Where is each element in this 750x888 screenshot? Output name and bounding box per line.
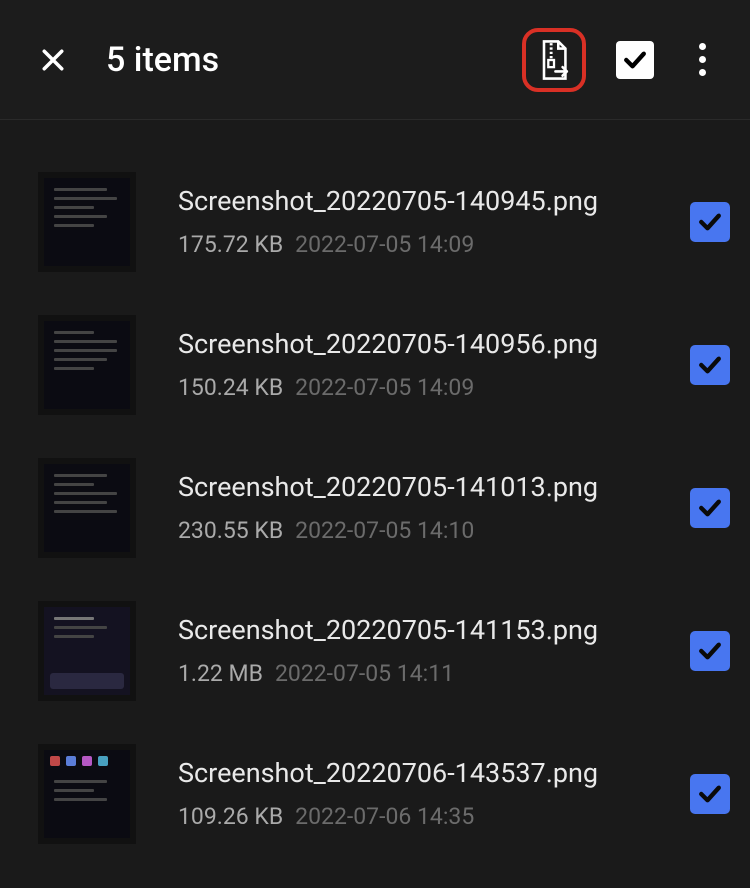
file-meta: 150.24 KB 2022-07-05 14:09 [178,374,680,401]
list-item[interactable]: Screenshot_20220705-141153.png 1.22 MB 2… [38,579,730,722]
file-info: Screenshot_20220705-140956.png 150.24 KB… [136,328,680,401]
file-list: Screenshot_20220705-140945.png 175.72 KB… [0,120,750,865]
file-name: Screenshot_20220705-141153.png [178,614,680,646]
thumbnail [38,458,136,558]
file-info: Screenshot_20220705-140945.png 175.72 KB… [136,185,680,258]
file-size: 1.22 MB [178,660,263,687]
thumbnail [38,601,136,701]
list-item[interactable]: Screenshot_20220706-143537.png 109.26 KB… [38,722,730,865]
file-info: Screenshot_20220705-141013.png 230.55 KB… [136,471,680,544]
file-date: 2022-07-06 14:35 [295,803,474,830]
file-info: Screenshot_20220705-141153.png 1.22 MB 2… [136,614,680,687]
selection-checkbox[interactable] [690,774,730,814]
more-options-button[interactable] [684,43,720,76]
file-meta: 230.55 KB 2022-07-05 14:10 [178,517,680,544]
list-item[interactable]: Screenshot_20220705-140945.png 175.72 KB… [38,150,730,293]
file-meta: 109.26 KB 2022-07-06 14:35 [178,803,680,830]
close-button[interactable] [35,42,71,78]
file-size: 175.72 KB [178,231,283,258]
dot-icon [699,56,706,63]
check-icon [695,493,725,523]
file-size: 109.26 KB [178,803,283,830]
file-size: 150.24 KB [178,374,283,401]
thumbnail [38,315,136,415]
check-icon [695,636,725,666]
dot-icon [699,43,706,50]
selection-checkbox[interactable] [690,488,730,528]
header-actions [522,28,720,92]
file-name: Screenshot_20220705-140956.png [178,328,680,360]
close-icon [38,45,68,75]
selection-checkbox[interactable] [690,202,730,242]
file-meta: 175.72 KB 2022-07-05 14:09 [178,231,680,258]
check-icon [620,45,650,75]
compress-button[interactable] [522,28,586,92]
list-item[interactable]: Screenshot_20220705-140956.png 150.24 KB… [38,293,730,436]
file-meta: 1.22 MB 2022-07-05 14:11 [178,660,680,687]
file-date: 2022-07-05 14:11 [275,660,454,687]
file-name: Screenshot_20220706-143537.png [178,757,680,789]
file-info: Screenshot_20220706-143537.png 109.26 KB… [136,757,680,830]
thumbnail [38,744,136,844]
zip-file-icon [536,40,572,80]
check-icon [695,207,725,237]
check-icon [695,350,725,380]
thumbnail [38,172,136,272]
file-date: 2022-07-05 14:09 [295,231,474,258]
header-bar: 5 items [0,0,750,120]
file-date: 2022-07-05 14:09 [295,374,474,401]
file-name: Screenshot_20220705-140945.png [178,185,680,217]
selection-checkbox[interactable] [690,345,730,385]
file-date: 2022-07-05 14:10 [295,517,474,544]
file-name: Screenshot_20220705-141013.png [178,471,680,503]
selection-checkbox[interactable] [690,631,730,671]
file-size: 230.55 KB [178,517,283,544]
selection-title: 5 items [106,40,522,80]
dot-icon [699,69,706,76]
list-item[interactable]: Screenshot_20220705-141013.png 230.55 KB… [38,436,730,579]
check-icon [695,779,725,809]
select-all-button[interactable] [616,41,654,79]
